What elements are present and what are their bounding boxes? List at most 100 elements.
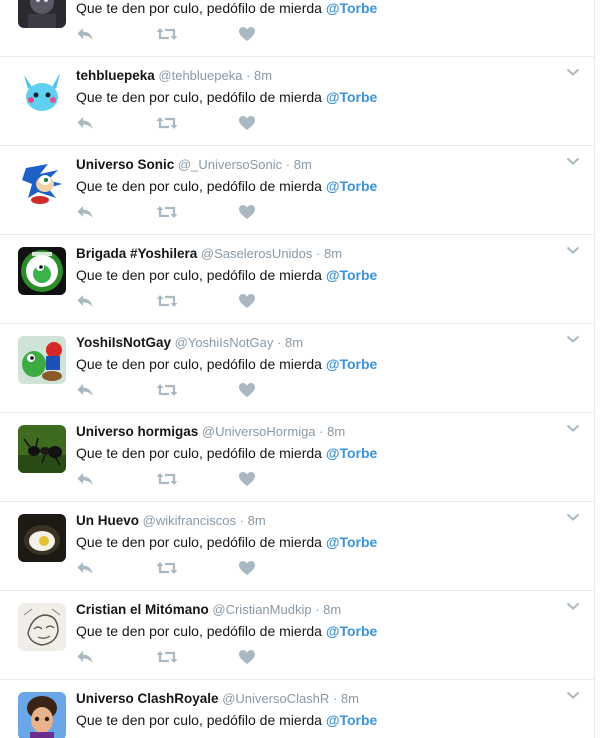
user-handle[interactable]: @YoshiIsNotGay: [175, 335, 274, 350]
heart-icon[interactable]: [238, 381, 256, 399]
reply-icon[interactable]: [76, 25, 94, 43]
timestamp[interactable]: 8m: [254, 68, 272, 83]
user-name[interactable]: Universo hormigas: [76, 424, 198, 439]
tweet-body: Que te den por culo, pedófilo de mierda: [76, 89, 322, 105]
tweet-body: Que te den por culo, pedófilo de mierda: [76, 178, 322, 194]
reply-icon[interactable]: [76, 470, 94, 488]
heart-icon[interactable]: [238, 203, 256, 221]
reply-icon[interactable]: [76, 648, 94, 666]
mention-link[interactable]: @Torbe: [326, 623, 378, 639]
heart-icon[interactable]: [238, 470, 256, 488]
mention-link[interactable]: @Torbe: [326, 0, 378, 16]
separator-dot: ·: [319, 424, 324, 439]
timestamp[interactable]: 8m: [248, 513, 266, 528]
chevron-down-icon[interactable]: [566, 599, 580, 613]
tweet[interactable]: Universo Sonic @_UniversoSonic · 8m Que …: [0, 146, 594, 235]
timestamp[interactable]: 8m: [327, 424, 345, 439]
egg-avatar[interactable]: [18, 514, 66, 562]
separator-dot: ·: [332, 691, 338, 706]
retweet-icon[interactable]: [156, 292, 178, 310]
user-handle[interactable]: @CristianMudkip: [212, 602, 311, 617]
timestamp[interactable]: 8m: [294, 157, 312, 172]
mention-link[interactable]: @Torbe: [326, 267, 378, 283]
chevron-down-icon[interactable]: [566, 65, 580, 79]
tweet-body: Que te den por culo, pedófilo de mierda: [76, 0, 322, 16]
reply-icon[interactable]: [76, 203, 94, 221]
ant-avatar[interactable]: [18, 425, 66, 473]
tweet[interactable]: Cristian el Mitómano @CristianMudkip · 8…: [0, 591, 594, 680]
user-name[interactable]: Universo ClashRoyale: [76, 691, 219, 706]
chevron-down-icon[interactable]: [566, 332, 580, 346]
mention-link[interactable]: @Torbe: [326, 712, 378, 728]
user-handle[interactable]: @wikifranciscos: [143, 513, 236, 528]
chevron-down-icon[interactable]: [566, 243, 580, 257]
chevron-down-icon[interactable]: [566, 421, 580, 435]
retweet-icon[interactable]: [156, 114, 178, 132]
tweet[interactable]: tehbluepeka @tehbluepeka · 8m Que te den…: [0, 57, 594, 146]
heart-icon[interactable]: [238, 559, 256, 577]
mention-link[interactable]: @Torbe: [326, 178, 378, 194]
timestamp[interactable]: 8m: [324, 246, 342, 261]
tweet-header: Brigada #Yoshilera @SaselerosUnidos · 8m: [76, 245, 342, 262]
reply-icon[interactable]: [76, 381, 94, 399]
user-name[interactable]: Brigada #Yoshilera: [76, 246, 197, 261]
tweet[interactable]: Universo ClashRoyale @UniversoClashR · 8…: [0, 680, 594, 738]
reply-icon[interactable]: [76, 559, 94, 577]
user-handle[interactable]: @UniversoClashR: [222, 691, 329, 706]
user-name[interactable]: tehbluepeka: [76, 68, 155, 83]
timestamp[interactable]: 8m: [341, 691, 359, 706]
tweet[interactable]: Que te den por culo, pedófilo de mierda …: [0, 0, 594, 57]
retweet-icon[interactable]: [156, 381, 178, 399]
heart-icon[interactable]: [238, 648, 256, 666]
tweet-text: Que te den por culo, pedófilo de mierda …: [76, 355, 377, 374]
tweet[interactable]: Un Huevo @wikifranciscos · 8m Que te den…: [0, 502, 594, 591]
retweet-icon[interactable]: [156, 648, 178, 666]
sketch-avatar[interactable]: [18, 603, 66, 651]
user-name[interactable]: Universo Sonic: [76, 157, 174, 172]
clash-royale-avatar[interactable]: [18, 692, 66, 738]
tweet[interactable]: YoshiIsNotGay @YoshiIsNotGay · 8m Que te…: [0, 324, 594, 413]
reply-icon[interactable]: [76, 292, 94, 310]
timeline-feed: Que te den por culo, pedófilo de mierda …: [0, 0, 595, 738]
user-handle[interactable]: @_UniversoSonic: [178, 157, 282, 172]
chevron-down-icon[interactable]: [566, 510, 580, 524]
yoshi-mario-avatar[interactable]: [18, 336, 66, 384]
chevron-down-icon[interactable]: [566, 688, 580, 702]
dark-character-avatar[interactable]: [18, 0, 66, 28]
user-handle[interactable]: @tehbluepeka: [158, 68, 242, 83]
retweet-icon[interactable]: [156, 203, 178, 221]
tweet[interactable]: Brigada #Yoshilera @SaselerosUnidos · 8m…: [0, 235, 594, 324]
separator-dot: ·: [239, 513, 244, 528]
tweet-text: Que te den por culo, pedófilo de mierda …: [76, 88, 377, 107]
heart-icon[interactable]: [238, 292, 256, 310]
retweet-icon[interactable]: [156, 25, 178, 43]
tweet-text: Que te den por culo, pedófilo de mierda …: [76, 622, 377, 641]
heart-icon[interactable]: [238, 25, 256, 43]
heart-icon[interactable]: [238, 114, 256, 132]
retweet-icon[interactable]: [156, 470, 178, 488]
user-name[interactable]: Un Huevo: [76, 513, 139, 528]
blue-pikachu-avatar[interactable]: [18, 69, 66, 117]
reply-icon[interactable]: [76, 114, 94, 132]
tweet-body: Que te den por culo, pedófilo de mierda: [76, 356, 322, 372]
retweet-icon[interactable]: [156, 559, 178, 577]
sonic-avatar[interactable]: [18, 158, 66, 206]
mention-link[interactable]: @Torbe: [326, 89, 378, 105]
tweet-header: Un Huevo @wikifranciscos · 8m: [76, 512, 266, 529]
timestamp[interactable]: 8m: [323, 602, 341, 617]
mention-link[interactable]: @Torbe: [326, 534, 378, 550]
user-name[interactable]: Cristian el Mitómano: [76, 602, 209, 617]
yoshi-badge-avatar[interactable]: [18, 247, 66, 295]
user-handle[interactable]: @UniversoHormiga: [202, 424, 316, 439]
tweet-text: Que te den por culo, pedófilo de mierda …: [76, 177, 377, 196]
tweet-body: Que te den por culo, pedófilo de mierda: [76, 712, 322, 728]
mention-link[interactable]: @Torbe: [326, 445, 378, 461]
user-name[interactable]: YoshiIsNotGay: [76, 335, 171, 350]
separator-dot: ·: [285, 157, 291, 172]
mention-link[interactable]: @Torbe: [326, 356, 378, 372]
chevron-down-icon[interactable]: [566, 154, 580, 168]
timestamp[interactable]: 8m: [285, 335, 303, 350]
tweet-text: Que te den por culo, pedófilo de mierda …: [76, 266, 377, 285]
user-handle[interactable]: @SaselerosUnidos: [201, 246, 312, 261]
tweet[interactable]: Universo hormigas @UniversoHormiga · 8m …: [0, 413, 594, 502]
